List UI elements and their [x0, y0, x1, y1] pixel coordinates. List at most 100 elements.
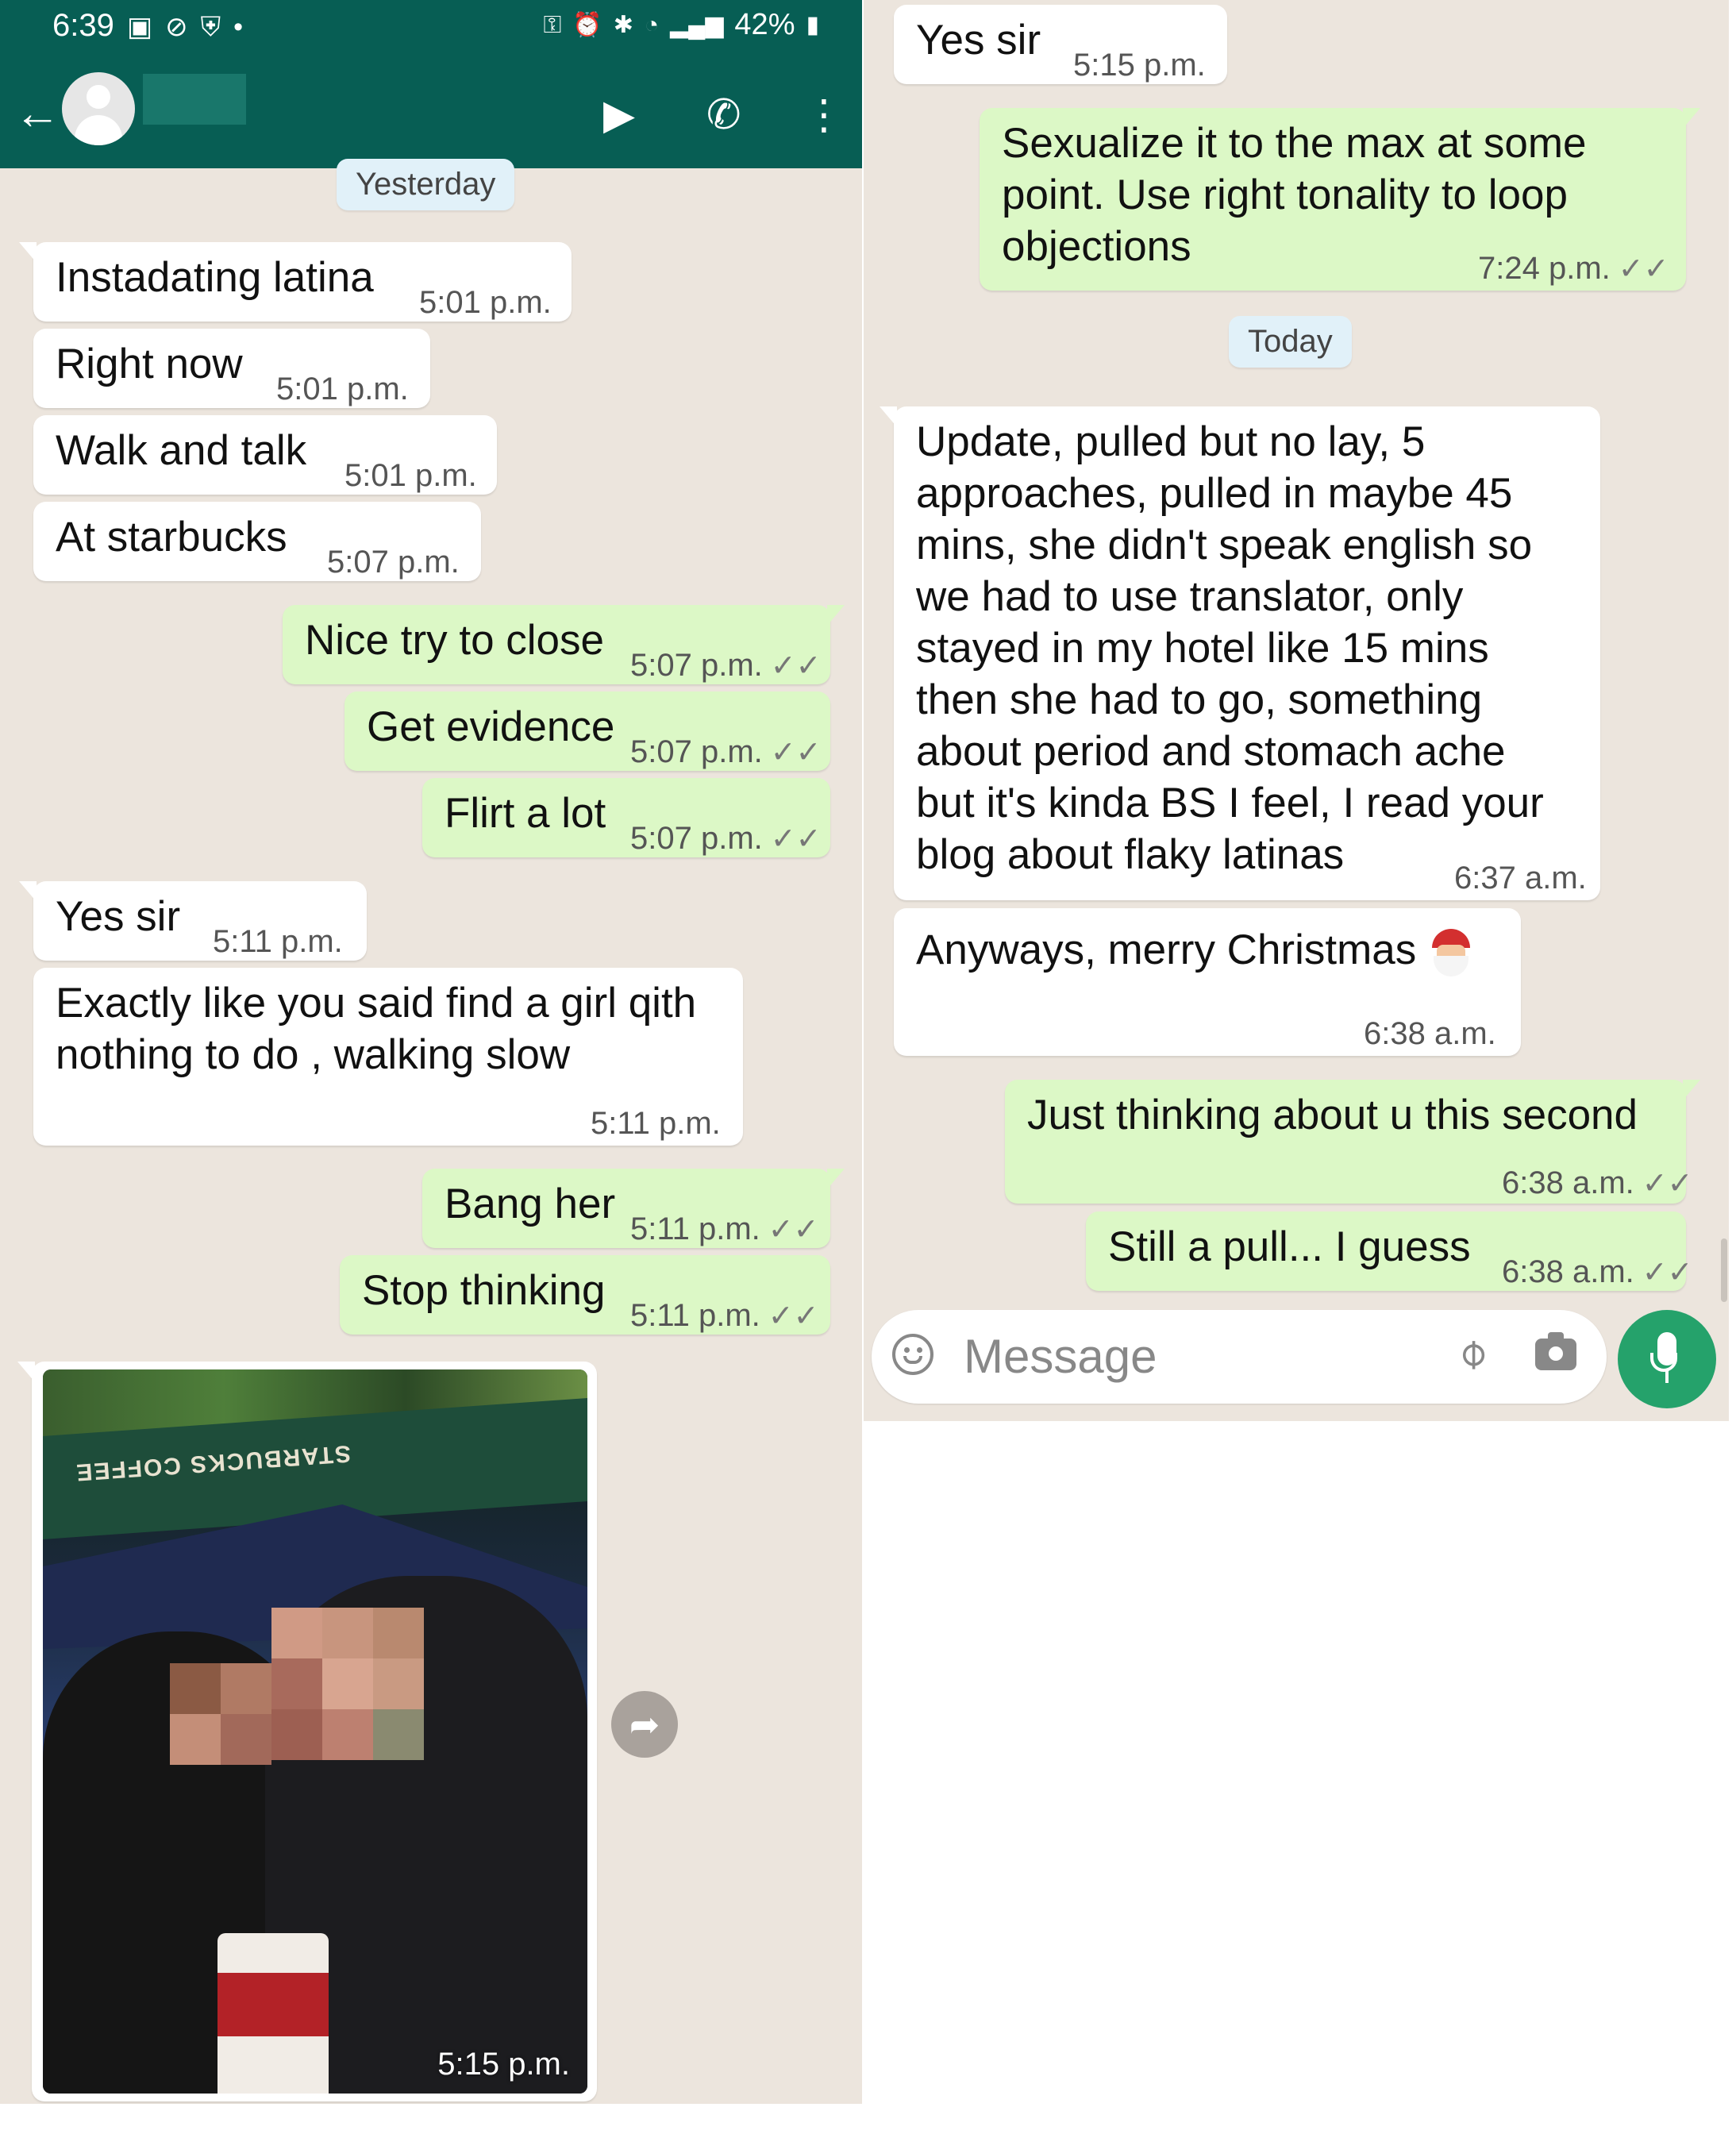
video-call-icon[interactable]: ▶	[603, 91, 635, 139]
message-time-label: 5:11 p.m.	[630, 1298, 760, 1333]
battery-icon: ▮	[806, 12, 819, 38]
pixelated-face	[322, 1658, 373, 1709]
message-text: Exactly like you said find a girl qith n…	[56, 980, 697, 1078]
message-time-label: 5:07 p.m.	[630, 734, 763, 769]
message-text: Bang her	[445, 1181, 616, 1227]
message-time-label: 5:07 p.m.	[630, 821, 763, 856]
contact-name-redacted[interactable]	[143, 74, 246, 125]
message-text: Still a pull... I guess	[1108, 1223, 1471, 1270]
message-bubble[interactable]: Update, pulled but no lay, 5 approaches,…	[880, 406, 1600, 900]
message-bubble[interactable]: Right now 5:01 p.m.	[33, 329, 430, 408]
message-time: 5:07 p.m. ✓✓	[630, 726, 821, 779]
message-text: Yes sir	[916, 17, 1041, 64]
shield-icon: ⛨	[200, 12, 234, 42]
message-text: Just thinking about u this second	[1027, 1092, 1638, 1138]
message-bubble[interactable]: Bang her 5:11 p.m. ✓✓	[422, 1169, 845, 1248]
dot-icon: •	[233, 12, 256, 42]
pixelated-face	[373, 1709, 424, 1760]
chat-photo[interactable]: STARBUCKS COFFEE 5:15 p.m.	[43, 1369, 587, 2094]
pixelated-face	[322, 1709, 373, 1760]
message-bubble[interactable]: Exactly like you said find a girl qith n…	[33, 968, 743, 1146]
message-bubble[interactable]: Stop thinking 5:11 p.m. ✓✓	[340, 1255, 830, 1335]
message-text-label: Anyways, merry Christmas	[916, 926, 1417, 973]
message-text: Instadating latina	[56, 254, 374, 301]
mic-button[interactable]	[1618, 1310, 1716, 1408]
pixelated-face	[271, 1608, 322, 1658]
double-check-icon: ✓✓	[1642, 1256, 1693, 1289]
message-time-label: 6:38 a.m.	[1502, 1254, 1634, 1289]
key-icon: ⚿	[543, 11, 562, 38]
double-check-icon: ✓✓	[770, 736, 822, 769]
status-left-icons: ▣⊘⛨•	[127, 11, 256, 43]
message-time: 5:11 p.m.	[213, 924, 343, 959]
message-time-label: 5:11 p.m.	[630, 1211, 760, 1246]
pixelated-face	[373, 1658, 424, 1709]
message-text: Stop thinking	[362, 1267, 606, 1314]
message-time-label: 7:24 p.m.	[1478, 251, 1611, 286]
camera-icon[interactable]	[1535, 1332, 1576, 1370]
message-time: 5:01 p.m.	[345, 458, 477, 493]
message-time: 5:15 p.m.	[1073, 48, 1206, 83]
message-bubble[interactable]: Get evidence 5:07 p.m. ✓✓	[345, 691, 830, 771]
image-icon: ▣	[127, 12, 166, 42]
pixelated-face	[373, 1608, 424, 1658]
message-input[interactable]: Message	[964, 1329, 1157, 1384]
message-time: 7:24 p.m. ✓✓	[1478, 243, 1669, 295]
message-time: 5:07 p.m. ✓✓	[630, 813, 821, 865]
chat-header: ← ▶ ✆ ⋮	[0, 60, 862, 168]
message-bubble[interactable]: Sexualize it to the max at some point. U…	[980, 108, 1700, 291]
photo-message[interactable]: STARBUCKS COFFEE 5:15 p.m.	[17, 1362, 597, 2101]
message-bubble[interactable]: Walk and talk 5:01 p.m.	[33, 415, 497, 495]
pixelated-face	[221, 1714, 271, 1765]
message-time: 6:38 a.m.	[1364, 1016, 1496, 1051]
message-time-label: 5:07 p.m.	[630, 648, 763, 683]
blocked-icon: ⊘	[165, 12, 201, 42]
message-bubble[interactable]: Nice try to close 5:07 p.m. ✓✓	[283, 605, 845, 684]
message-text: Get evidence	[367, 703, 615, 750]
pixelated-face	[322, 1608, 373, 1658]
message-text: At starbucks	[56, 514, 287, 560]
message-text: Update, pulled but no lay, 5 approaches,…	[916, 418, 1544, 878]
message-bubble[interactable]: At starbucks 5:07 p.m.	[33, 502, 481, 581]
message-text: Anyways, merry Christmas	[916, 924, 1475, 976]
message-bubble[interactable]: Instadating latina 5:01 p.m.	[19, 242, 572, 322]
chat-screen-left: 6:39 ▣⊘⛨• ⚿ ⏰ ✱ ◔ ▂▄▆ 42% ▮ ← ▶ ✆ ⋮ Yest…	[0, 0, 862, 2104]
message-time: 5:11 p.m. ✓✓	[630, 1290, 818, 1342]
message-time: 6:38 a.m. ✓✓	[1502, 1158, 1692, 1210]
chat-screen-right: Yes sir 5:15 p.m. Sexualize it to the ma…	[864, 0, 1729, 1421]
wifi-icon: ◔	[644, 11, 660, 38]
message-composer[interactable]: Message ⌀	[872, 1310, 1607, 1404]
alarm-icon: ⏰	[572, 12, 602, 38]
scrollbar[interactable]	[1721, 1238, 1727, 1302]
default-avatar-icon[interactable]	[62, 72, 135, 145]
message-text: Right now	[56, 341, 243, 387]
arrow-left-icon[interactable]: ←	[14, 87, 60, 140]
pixelated-face	[271, 1658, 322, 1709]
more-vert-icon[interactable]: ⋮	[803, 91, 845, 139]
message-text: Yes sir	[56, 893, 181, 940]
santa-emoji	[1427, 929, 1475, 976]
phone-icon[interactable]: ✆	[706, 91, 741, 139]
forward-icon[interactable]: ➦	[611, 1691, 678, 1758]
double-check-icon: ✓✓	[1642, 1167, 1693, 1200]
pixelated-face	[271, 1709, 322, 1760]
message-text: Flirt a lot	[445, 790, 606, 837]
message-bubble[interactable]: Just thinking about u this second 6:38 a…	[1005, 1080, 1700, 1204]
double-check-icon: ✓✓	[770, 822, 822, 856]
message-bubble[interactable]: Flirt a lot 5:07 p.m. ✓✓	[422, 778, 830, 857]
signal-icon: ▂▄▆	[670, 12, 724, 38]
message-bubble[interactable]: Anyways, merry Christmas 6:38 a.m.	[894, 908, 1521, 1056]
message-bubble[interactable]: Yes sir 5:11 p.m.	[19, 881, 367, 961]
attach-icon[interactable]: ⌀	[1445, 1327, 1497, 1379]
message-bubble[interactable]: Yes sir 5:15 p.m.	[894, 5, 1227, 84]
emoji-icon[interactable]	[892, 1334, 933, 1375]
message-time: 5:01 p.m.	[276, 372, 409, 406]
message-time-label: 6:38 a.m.	[1502, 1165, 1634, 1200]
status-right-icons: ⚿ ⏰ ✱ ◔ ▂▄▆ 42% ▮	[544, 8, 819, 42]
status-time: 6:39	[52, 8, 114, 43]
message-bubble[interactable]: Still a pull... I guess 6:38 a.m. ✓✓	[1086, 1211, 1692, 1291]
status-bar: 6:39 ▣⊘⛨• ⚿ ⏰ ✱ ◔ ▂▄▆ 42% ▮	[0, 0, 862, 60]
double-check-icon: ✓✓	[770, 649, 822, 683]
coffee-cup-band	[217, 1973, 329, 2036]
double-check-icon: ✓✓	[768, 1300, 819, 1333]
